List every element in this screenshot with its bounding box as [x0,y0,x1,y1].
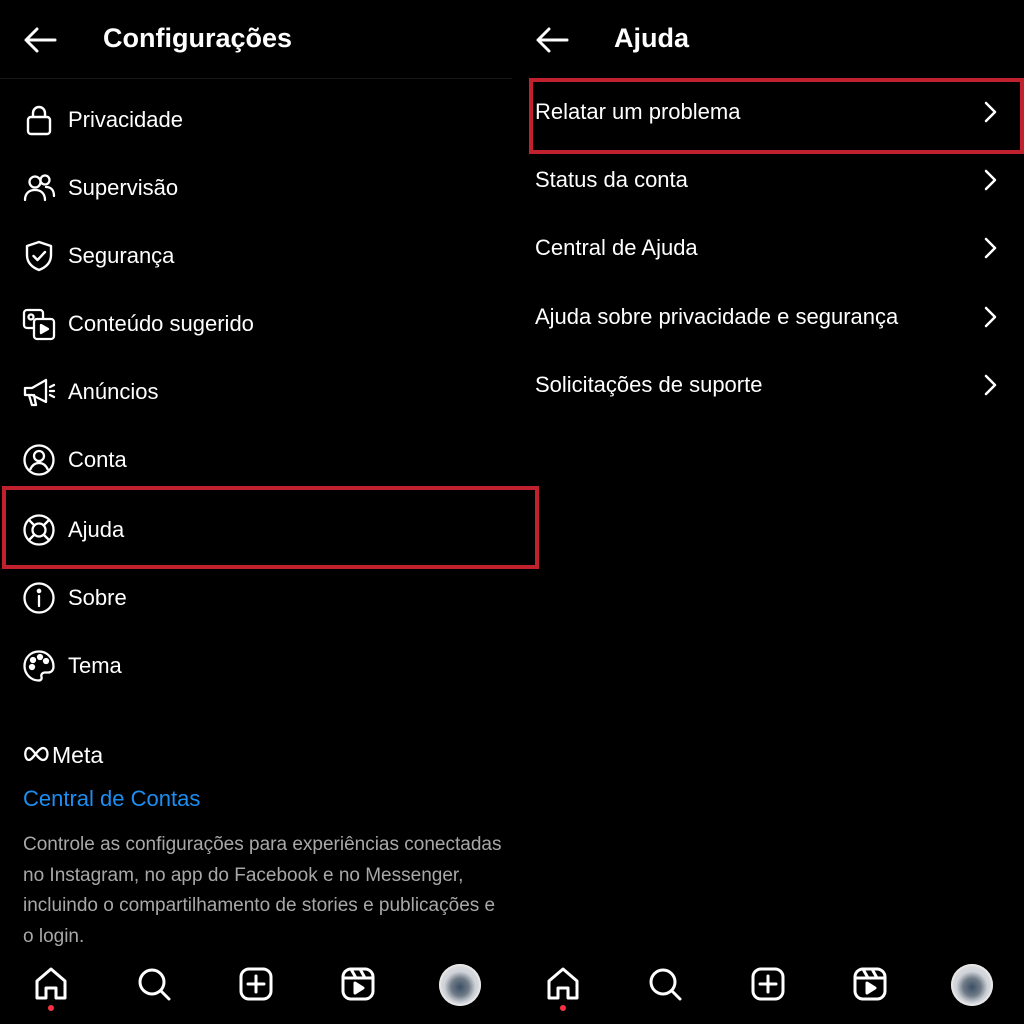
palette-icon [22,649,56,683]
menu-item-conta[interactable]: Conta [0,426,512,494]
menu-item-label: Segurança [68,243,175,268]
help-item-solicitacoes-suporte[interactable]: Solicitações de suporte [512,351,1024,419]
menu-item-supervisao[interactable]: Supervisão [0,154,512,222]
help-item-label: Status da conta [535,167,688,192]
menu-item-label: Conteúdo sugerido [68,311,254,336]
menu-item-label: Supervisão [68,175,179,200]
shield-check-icon [22,239,56,273]
menu-item-conteudo-sugerido[interactable]: Conteúdo sugerido [0,290,512,358]
settings-header: Configurações [0,0,512,78]
info-icon [22,581,56,615]
reels-icon[interactable] [850,964,890,1004]
help-item-label: Ajuda sobre privacidade e segurança [535,304,899,329]
bottom-nav [0,948,512,1024]
page-title: Configurações [103,23,293,53]
notification-dot [560,1005,566,1011]
help-panel: Ajuda Relatar um problema Status da cont… [512,0,1024,1024]
menu-item-ajuda[interactable]: Ajuda [0,496,512,564]
notification-dot [48,1005,54,1011]
menu-item-tema[interactable]: Tema [0,632,512,700]
menu-item-label: Privacidade [68,107,183,132]
lifebuoy-icon [22,513,56,547]
profile-avatar[interactable] [439,964,481,1006]
suggested-content-icon [22,307,56,341]
help-item-label: Relatar um problema [535,99,741,124]
chevron-right-icon [978,371,1002,399]
accounts-center-description: Controle as configurações para experiênc… [23,834,502,947]
home-icon[interactable] [31,964,71,1004]
search-icon[interactable] [645,964,685,1004]
reels-icon[interactable] [338,964,378,1004]
help-header: Ajuda [512,0,1024,78]
help-item-label: Solicitações de suporte [535,372,763,397]
menu-item-anuncios[interactable]: Anúncios [0,358,512,426]
help-item-privacidade-seguranca[interactable]: Ajuda sobre privacidade e segurança [512,283,1024,351]
help-item-central-ajuda[interactable]: Central de Ajuda [512,214,1024,282]
help-item-relatar-problema[interactable]: Relatar um problema [512,78,1024,146]
back-arrow-icon[interactable] [532,20,572,60]
help-item-label: Central de Ajuda [535,235,698,260]
menu-item-sobre[interactable]: Sobre [0,564,512,632]
header-divider [0,78,512,79]
menu-item-label: Anúncios [68,379,159,404]
chevron-right-icon [978,234,1002,262]
meta-wordmark: Meta [52,742,104,768]
chevron-right-icon [978,303,1002,331]
chevron-right-icon [978,166,1002,194]
menu-item-label: Tema [68,653,122,678]
accounts-center-link[interactable]: Central de Contas [23,784,200,814]
menu-item-label: Sobre [68,585,127,610]
megaphone-icon [22,375,56,409]
chevron-right-icon [978,98,1002,126]
bottom-nav [512,948,1024,1024]
settings-panel: Configurações Privacidade Supervisão Seg… [0,0,512,1024]
account-circle-icon [22,443,56,477]
help-item-status-conta[interactable]: Status da conta [512,146,1024,214]
profile-avatar[interactable] [951,964,993,1006]
menu-item-seguranca[interactable]: Segurança [0,222,512,290]
back-arrow-icon[interactable] [20,20,60,60]
create-icon[interactable] [748,964,788,1004]
lock-icon [22,103,56,137]
create-icon[interactable] [236,964,276,1004]
menu-item-privacidade[interactable]: Privacidade [0,86,512,154]
page-title: Ajuda [614,23,690,53]
menu-item-label: Ajuda [68,517,125,542]
people-icon [22,171,56,205]
home-icon[interactable] [543,964,583,1004]
menu-item-label: Conta [68,447,127,472]
meta-infinity-icon [24,746,49,762]
search-icon[interactable] [134,964,174,1004]
